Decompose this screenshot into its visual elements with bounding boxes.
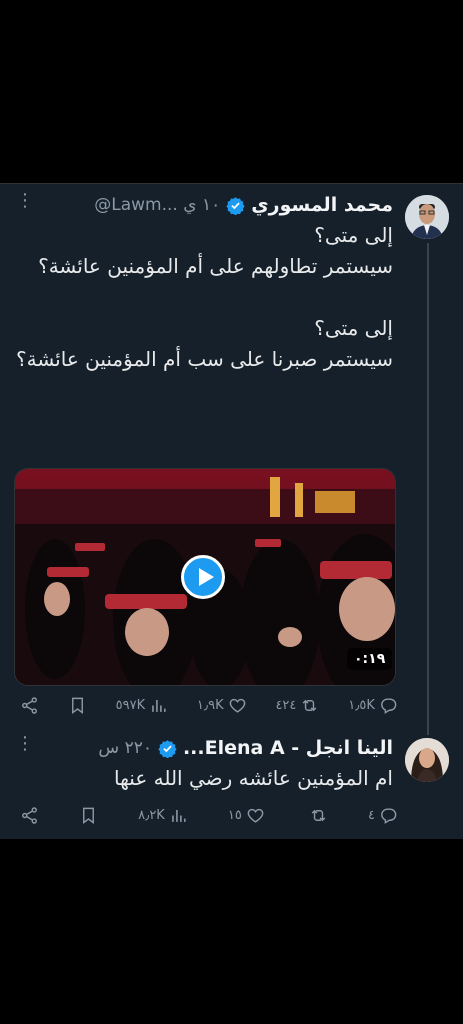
views-icon — [172, 809, 186, 822]
retweet-icon — [303, 699, 317, 711]
verified-icon — [158, 739, 177, 758]
reply-button[interactable]: ١٫٥K — [348, 696, 398, 715]
share-icon[interactable] — [20, 696, 39, 715]
tweet-actions: ٥٩٧K ١٫٩K ٤٢٤ ١٫٥K — [20, 692, 398, 718]
like-button[interactable]: ١٫٩K — [197, 696, 247, 715]
views-button[interactable]: ٥٩٧K — [116, 696, 168, 715]
replies-count: ٤ — [368, 807, 375, 823]
reply-button[interactable]: ٤ — [368, 806, 398, 825]
retweet-icon — [311, 809, 326, 821]
views-icon — [152, 699, 166, 712]
views-count: ٥٩٧K — [115, 697, 146, 713]
author-name[interactable]: محمد المسوري — [251, 194, 393, 216]
tweet-header: محمد المسوري @Lawm... ١٠ ي — [94, 193, 393, 217]
bookmark-icon[interactable] — [68, 696, 87, 715]
like-button[interactable]: ١٥ — [228, 806, 265, 825]
like-icon — [229, 698, 245, 713]
author-name[interactable]: الينا انجل - Elena A... — [183, 737, 393, 759]
thread-connector-line — [427, 243, 429, 735]
tweet-text: إلى متى؟ سيستمر تطاولهم على أم المؤمنين … — [15, 223, 393, 371]
retweets-count: ٤٢٤ — [275, 697, 297, 713]
retweet-button[interactable]: ٤٢٤ — [275, 696, 319, 715]
tweet-header: الينا انجل - Elena A... ٢٢٠ س — [98, 736, 393, 760]
more-icon[interactable]: ⋮ — [16, 735, 34, 753]
views-button[interactable]: ٨٫٢K — [138, 806, 188, 825]
reply-icon — [381, 697, 397, 714]
more-icon[interactable]: ⋮ — [16, 192, 34, 210]
retweet-button[interactable] — [305, 806, 328, 825]
author-avatar[interactable] — [405, 195, 449, 239]
likes-count: ١٥ — [227, 807, 242, 823]
reply-icon — [381, 807, 397, 824]
author-avatar[interactable] — [405, 738, 449, 782]
share-icon[interactable] — [20, 806, 39, 825]
video-duration: ٠:١٩ — [347, 648, 393, 670]
bookmark-icon[interactable] — [79, 806, 98, 825]
tweet-text: ام المؤمنين عائشه رضي الله عنها — [113, 766, 393, 790]
tweet-time: ٢٢٠ س — [98, 738, 152, 758]
likes-count: ١٫٩K — [196, 697, 224, 713]
like-icon — [247, 808, 264, 823]
verified-icon — [226, 196, 245, 215]
views-count: ٨٫٢K — [138, 807, 165, 823]
tweet-actions: ٨٫٢K ١٥ ٤ — [20, 802, 398, 828]
replies-count: ١٫٥K — [348, 697, 375, 713]
handle-and-time: @Lawm... ١٠ ي — [94, 195, 221, 215]
play-icon[interactable] — [181, 555, 225, 599]
